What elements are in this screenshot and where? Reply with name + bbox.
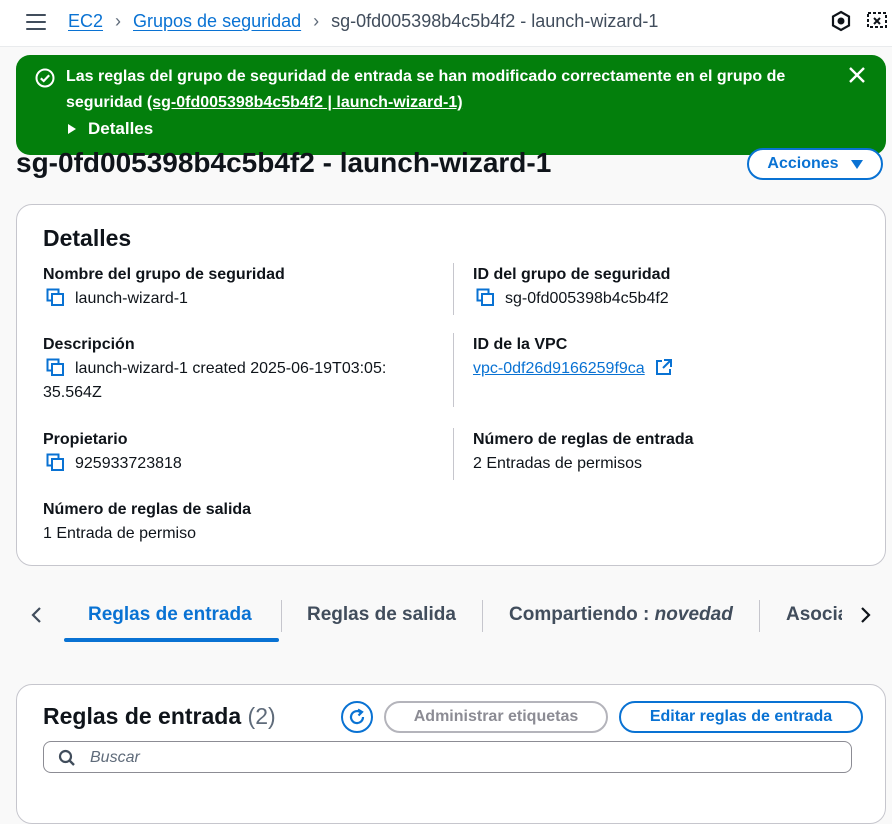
tab-list: Reglas de entrada Reglas de salida Compa…	[16, 590, 892, 644]
owner-field: Propietario 925933723818	[43, 428, 182, 476]
description-label: Descripción	[43, 336, 135, 353]
vpc-id-link[interactable]: vpc-0df26d9166259f9ca	[473, 360, 645, 377]
flash-text: Las reglas del grupo de seguridad de ent…	[66, 64, 826, 116]
tab-sharing-new-tag: novedad	[654, 604, 733, 625]
chevron-right-icon[interactable]	[858, 604, 872, 626]
chevron-right-icon: ›	[313, 11, 320, 31]
copy-icon[interactable]	[46, 358, 65, 377]
split-panel-icon[interactable]	[866, 10, 888, 32]
manage-tags-button[interactable]: Administrar etiquetas	[384, 701, 608, 733]
page-title: sg-0fd005398b4c5b4f2 - launch-wizard-1	[16, 147, 552, 178]
external-link-icon[interactable]	[655, 358, 673, 376]
tab-divider	[281, 600, 282, 632]
tab-divider	[759, 600, 760, 632]
group-id-value: sg-0fd005398b4c5b4f2	[505, 290, 669, 307]
inbound-rules-title: Reglas de entrada (2)	[43, 703, 276, 730]
inbound-rules-count: (2)	[247, 703, 276, 729]
success-check-icon	[35, 68, 55, 88]
tab-associations[interactable]: Asocia	[786, 590, 842, 640]
chevron-left-icon[interactable]	[30, 604, 44, 626]
group-name-label: Nombre del grupo de seguridad	[43, 266, 285, 283]
tab-outbound-rules[interactable]: Reglas de salida	[307, 590, 456, 640]
description-value-line2: 35.564Z	[43, 384, 102, 401]
flash-details-label: Detalles	[88, 119, 154, 138]
owner-label: Propietario	[43, 431, 128, 448]
group-name-value: launch-wizard-1	[75, 290, 188, 307]
group-name-field: Nombre del grupo de seguridad launch-wiz…	[43, 263, 285, 311]
inbound-rules-heading: Reglas de entrada	[43, 703, 242, 729]
details-panel: Detalles Nombre del grupo de seguridad l…	[16, 204, 886, 566]
breadcrumb-current: sg-0fd005398b4c5b4f2 - launch-wizard-1	[331, 11, 659, 31]
refresh-icon	[349, 708, 365, 725]
group-id-label: ID del grupo de seguridad	[473, 266, 671, 283]
vpc-id-field: ID de la VPC vpc-0df26d9166259f9ca	[473, 333, 673, 381]
outbound-count-label: Número de reglas de salida	[43, 501, 252, 518]
menu-icon[interactable]	[26, 14, 46, 30]
flash-details-expander[interactable]: Detalles	[68, 119, 153, 139]
outbound-count-value: 1 Entrada de permiso	[43, 525, 196, 542]
column-divider	[453, 428, 454, 480]
copy-icon[interactable]	[476, 288, 495, 307]
details-heading: Detalles	[43, 225, 132, 251]
search-icon	[58, 749, 75, 766]
search-field	[43, 741, 852, 773]
inbound-count-label: Número de reglas de entrada	[473, 431, 694, 448]
group-id-field: ID del grupo de seguridad sg-0fd005398b4…	[473, 263, 670, 311]
owner-value: 925933723818	[75, 455, 182, 472]
success-flash-message: Las reglas del grupo de seguridad de ent…	[16, 55, 886, 155]
caret-right-icon	[68, 124, 76, 134]
tab-divider	[482, 600, 483, 632]
actions-label: Acciones	[767, 155, 839, 172]
column-divider	[453, 333, 454, 407]
outbound-count-field: Número de reglas de salida 1 Entrada de …	[43, 498, 251, 546]
inbound-count-value: 2 Entradas de permisos	[473, 455, 642, 472]
tab-sharing-label: Compartiendo :	[509, 604, 655, 625]
breadcrumb-security-groups[interactable]: Grupos de seguridad	[133, 11, 301, 32]
caret-down-icon	[850, 159, 863, 169]
flash-security-group-link[interactable]: (sg-0fd005398b4c5b4f2 | launch-wizard-1)	[147, 94, 463, 111]
search-input[interactable]	[88, 746, 832, 770]
description-value-line1: launch-wizard-1 created 2025-06-19T03:05…	[75, 360, 387, 377]
inbound-rules-panel: Reglas de entrada (2) Administrar etique…	[16, 684, 886, 824]
refresh-button[interactable]	[341, 701, 373, 733]
cloudshell-icon[interactable]	[830, 10, 852, 32]
actions-dropdown-button[interactable]: Acciones	[747, 148, 883, 180]
copy-icon[interactable]	[46, 453, 65, 472]
edit-inbound-rules-button[interactable]: Editar reglas de entrada	[619, 701, 863, 733]
vpc-id-label: ID de la VPC	[473, 336, 568, 353]
close-icon[interactable]	[848, 66, 866, 84]
tab-sharing[interactable]: Compartiendo : novedad	[509, 590, 733, 640]
top-navigation-bar: EC2 › Grupos de seguridad › sg-0fd005398…	[0, 0, 892, 47]
active-tab-indicator	[64, 638, 279, 642]
inbound-count-field: Número de reglas de entrada 2 Entradas d…	[473, 428, 694, 476]
description-field: Descripción launch-wizard-1 created 2025…	[43, 333, 443, 405]
column-divider	[453, 263, 454, 315]
breadcrumb-ec2[interactable]: EC2	[68, 11, 103, 32]
breadcrumb: EC2 › Grupos de seguridad › sg-0fd005398…	[68, 11, 658, 32]
chevron-right-icon: ›	[115, 11, 122, 31]
copy-icon[interactable]	[46, 288, 65, 307]
tab-inbound-rules[interactable]: Reglas de entrada	[88, 590, 252, 640]
